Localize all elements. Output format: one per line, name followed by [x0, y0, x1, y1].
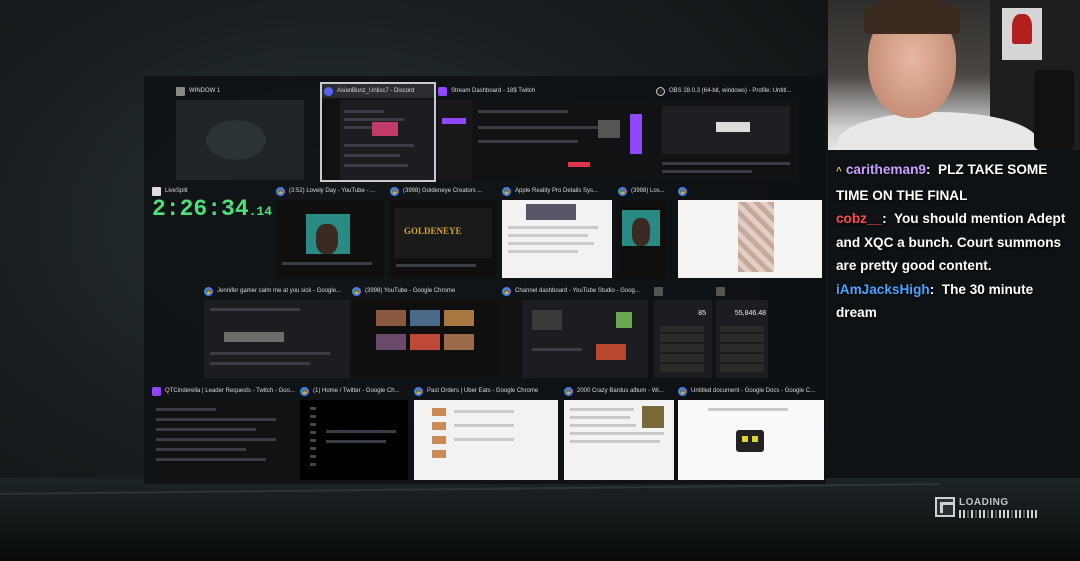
window-thumbnail-uber-eats[interactable]: Past Orders | Uber Eats - Google Chrome [414, 384, 558, 480]
chat-overlay: ^ caritheman9: PLZ TAKE SOME TIME ON THE … [830, 150, 1080, 350]
calculator-icon [716, 286, 725, 296]
chat-username: iAmJacksHigh [836, 281, 930, 297]
calculator-icon [654, 286, 663, 296]
webcam-overlay [828, 0, 1080, 150]
window-title: (3998) Los... [631, 188, 665, 194]
window-thumbnail-discord[interactable]: AsianBunz_Unlisc7 - Discord [320, 82, 436, 182]
window-thumbnail-calculator-2[interactable]: 55,846.48 [716, 284, 768, 378]
window-thumbnail-wikipedia[interactable]: 2000 Crazy Bardus album - Wi... [564, 384, 674, 480]
window-thumbnail-image-viewer[interactable] [678, 184, 822, 278]
chrome-icon [300, 386, 309, 396]
app-icon [176, 86, 185, 96]
window-thumbnail-google-docs[interactable]: Untitled document - Google Docs - Google… [678, 384, 824, 480]
obs-icon [656, 86, 665, 96]
chat-username: caritheman9 [845, 162, 926, 177]
window-title: OBS 28.0.3 (64-bit, windows) - Profile: … [669, 88, 792, 94]
chrome-icon [618, 186, 627, 196]
window-thumbnail-twitch-requests[interactable]: QTCinderella | Leader Requests - Twitch … [152, 384, 296, 480]
window-title: Jennifer gamer calm me at you sick - Goo… [217, 288, 342, 294]
window-thumbnail-goldeneye[interactable]: (3998) Goldeneye Creators ... GOLDENEYE [390, 184, 496, 278]
livesplit-icon [152, 186, 161, 196]
window-thumbnail-jennifer-search[interactable]: Jennifer gamer calm me at you sick - Goo… [204, 284, 350, 378]
window-thumbnail-twitch-dashboard[interactable]: Stream Dashboard - 18$ Twitch [438, 84, 650, 180]
window-thumbnail-youtube-studio[interactable]: Channel dashboard - YouTube Studio - Goo… [502, 284, 648, 378]
window-title: AsianBunz_Unlisc7 - Discord [337, 88, 415, 94]
goldeneye-logo: GOLDENEYE [404, 226, 462, 236]
window-thumbnail-youtube-home[interactable]: (3998) YouTube - Google Chrome [352, 284, 498, 378]
window-thumbnail-youtube-lovely-day[interactable]: (3:52) Lovely Day - YouTube - ... [276, 184, 384, 278]
loading-progress [959, 510, 1037, 518]
window-thumbnail-obs[interactable]: OBS 28.0.3 (64-bit, windows) - Profile: … [656, 84, 798, 180]
calculator-display: 55,846.48 [734, 310, 766, 317]
chrome-icon [502, 286, 511, 296]
chrome-icon [204, 286, 213, 296]
window-title: (3:52) Lovely Day - YouTube - ... [289, 188, 376, 194]
window-thumbnail-1[interactable]: WINDOW 1 [176, 84, 304, 180]
twitch-icon [438, 86, 447, 96]
chrome-icon [276, 186, 285, 196]
discord-icon [324, 86, 333, 96]
calculator-display: 85 [698, 310, 706, 317]
twitch-icon [152, 386, 161, 396]
window-title: (3998) Goldeneye Creators ... [403, 188, 483, 194]
window-title: (3998) YouTube - Google Chrome [365, 288, 456, 294]
chrome-icon [564, 386, 573, 396]
task-view-overlay: WINDOW 1 AsianBunz_Unlisc7 - Discord Str… [144, 76, 826, 484]
chrome-icon [502, 186, 511, 196]
window-title: Stream Dashboard - 18$ Twitch [451, 88, 536, 94]
chrome-icon [414, 386, 423, 396]
window-title: WINDOW 1 [189, 88, 221, 94]
chrome-icon [678, 186, 687, 196]
chrome-icon [352, 286, 361, 296]
window-title: Past Orders | Uber Eats - Google Chrome [427, 388, 539, 394]
loading-label: LOADING [959, 497, 1009, 508]
microphone [1034, 70, 1074, 150]
window-title: 2000 Crazy Bardus album - Wi... [577, 388, 664, 394]
chat-message: iAmJacksHigh: The 30 minute dream [836, 281, 1034, 321]
chrome-icon [678, 386, 687, 396]
window-title: Apple Reality Pro Details Sys... [515, 188, 599, 194]
window-title: QTCinderella | Leader Requests - Twitch … [165, 388, 295, 394]
window-title: (1) Home / Twitter - Google Ch... [313, 388, 400, 394]
window-thumbnail-youtube-los[interactable]: (3998) Los... [618, 184, 666, 278]
livesplit-timer: 2:26:34.14 [152, 196, 273, 222]
loading-icon [935, 497, 955, 517]
chrome-icon [390, 186, 399, 196]
wall-poster [1002, 8, 1042, 60]
window-thumbnail-twitter[interactable]: (1) Home / Twitter - Google Ch... [300, 384, 408, 480]
chat-message: ^ caritheman9: PLZ TAKE SOME TIME ON THE … [836, 162, 1048, 203]
chevron-up-icon: ^ [836, 166, 842, 177]
chat-message: cobz__: You should mention Adept and XQC… [836, 211, 1066, 273]
window-title: LiveSplit [165, 188, 188, 194]
window-title: Untitled document - Google Docs - Google… [691, 388, 816, 394]
window-thumbnail-apple-reality-pro[interactable]: Apple Reality Pro Details Sys... [502, 184, 612, 278]
window-thumbnail-calculator-1[interactable]: 85 [654, 284, 712, 378]
loading-indicator: LOADING [935, 497, 1037, 518]
window-title: Channel dashboard - YouTube Studio - Goo… [515, 288, 640, 294]
chat-username: cobz__ [836, 211, 883, 226]
